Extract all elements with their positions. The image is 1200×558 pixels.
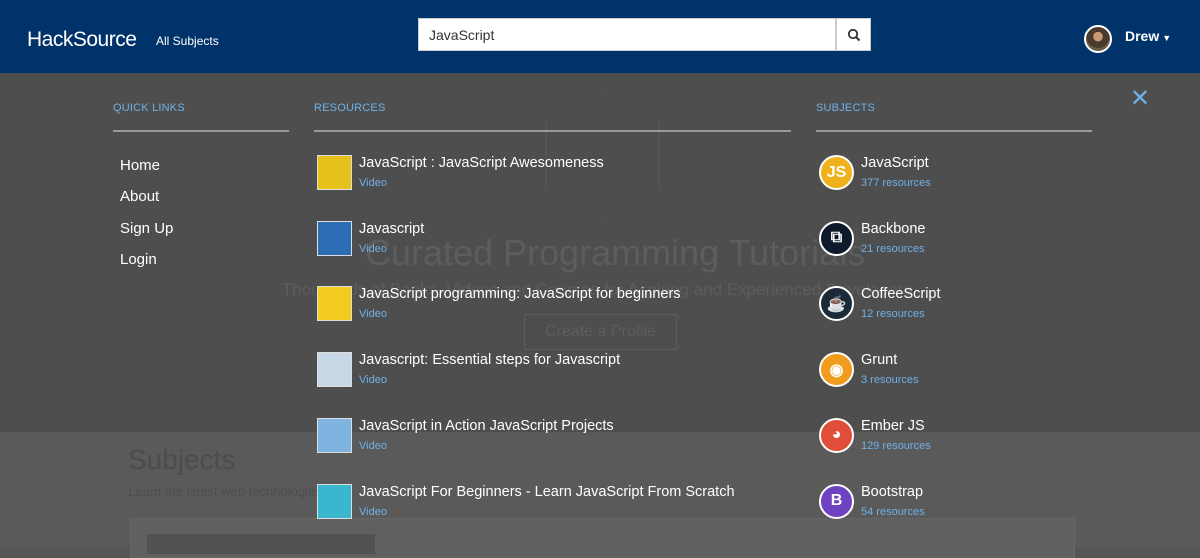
quick-link-login[interactable]: Login — [120, 251, 157, 268]
resource-type: Video — [359, 439, 387, 452]
all-subjects-link[interactable]: All Subjects — [156, 34, 219, 48]
subject-logo-icon: ◉ — [819, 352, 854, 388]
resource-type: Video — [359, 177, 387, 189]
avatar[interactable] — [1084, 25, 1112, 53]
subjects-header: SUBJECTS — [816, 102, 876, 114]
divider — [816, 130, 1092, 132]
subject-name[interactable]: JavaScript — [861, 155, 929, 171]
resource-type: Video — [359, 242, 387, 255]
subject-count[interactable]: 54 resources — [861, 506, 925, 518]
section-title: Subjects — [128, 444, 236, 475]
section-subtitle: Learn the latest web technologies — [128, 484, 322, 499]
subject-name[interactable]: Bootstrap — [861, 484, 923, 500]
subject-logo-icon: JS — [819, 155, 854, 190]
subject-count[interactable]: 129 resources — [861, 440, 931, 452]
search-input[interactable]: JavaScript — [418, 18, 836, 51]
subject-count[interactable]: 12 resources — [861, 308, 925, 320]
resource-title[interactable]: Javascript — [359, 221, 424, 237]
top-navbar: HackSource All Subjects JavaScript Drew ▼ — [0, 0, 1200, 73]
subject-logo-icon: ⧉ — [819, 220, 854, 256]
quick-links-header: QUICK LINKS — [113, 102, 185, 114]
subject-logo-icon: ◕ — [819, 417, 854, 453]
resource-title[interactable]: JavaScript programming: JavaScript for b… — [359, 286, 681, 302]
quick-link-sign-up[interactable]: Sign Up — [120, 220, 173, 237]
search-icon — [847, 28, 860, 41]
resource-title[interactable]: Javascript: Essential steps for Javascri… — [359, 352, 620, 368]
resource-thumbnail — [317, 417, 352, 453]
resource-type: Video — [359, 505, 387, 518]
subject-name[interactable]: Grunt — [861, 352, 897, 368]
resource-type: Video — [359, 308, 387, 321]
subject-logo-icon: B — [819, 483, 854, 519]
resource-title[interactable]: JavaScript in Action JavaScript Projects — [359, 418, 614, 434]
resource-title[interactable]: JavaScript For Beginners - Learn JavaScr… — [359, 484, 735, 500]
close-icon[interactable]: ✕ — [1130, 87, 1150, 111]
resource-type: Video — [359, 374, 387, 387]
caret-down-icon: ▼ — [1162, 33, 1172, 43]
subject-count[interactable]: 377 resources — [861, 177, 931, 189]
resources-header: RESOURCES — [314, 102, 386, 114]
subject-name[interactable]: Ember JS — [861, 418, 925, 434]
resource-thumbnail — [317, 155, 352, 190]
resource-thumbnail — [317, 352, 352, 388]
logo[interactable]: HackSource — [27, 28, 137, 52]
subject-name[interactable]: Backbone — [861, 221, 926, 237]
user-name: Drew — [1125, 28, 1160, 44]
divider — [314, 130, 791, 132]
quick-link-about[interactable]: About — [120, 188, 159, 205]
user-menu[interactable]: Drew ▼ — [1125, 28, 1171, 44]
subject-name[interactable]: CoffeeScript — [861, 286, 941, 302]
quick-link-home[interactable]: Home — [120, 157, 160, 174]
resource-thumbnail — [317, 483, 352, 519]
subject-count[interactable]: 21 resources — [861, 243, 925, 255]
search-button[interactable] — [836, 18, 871, 51]
resource-thumbnail — [317, 220, 352, 256]
divider — [113, 130, 289, 132]
subject-card-image — [147, 534, 375, 554]
resource-title[interactable]: JavaScript : JavaScript Awesomeness — [359, 155, 604, 171]
subject-count[interactable]: 3 resources — [861, 374, 918, 386]
hero-title: Curated Programming Tutorials — [365, 232, 866, 273]
resource-thumbnail — [317, 286, 352, 322]
create-profile-button: Create a Profile — [524, 314, 678, 350]
